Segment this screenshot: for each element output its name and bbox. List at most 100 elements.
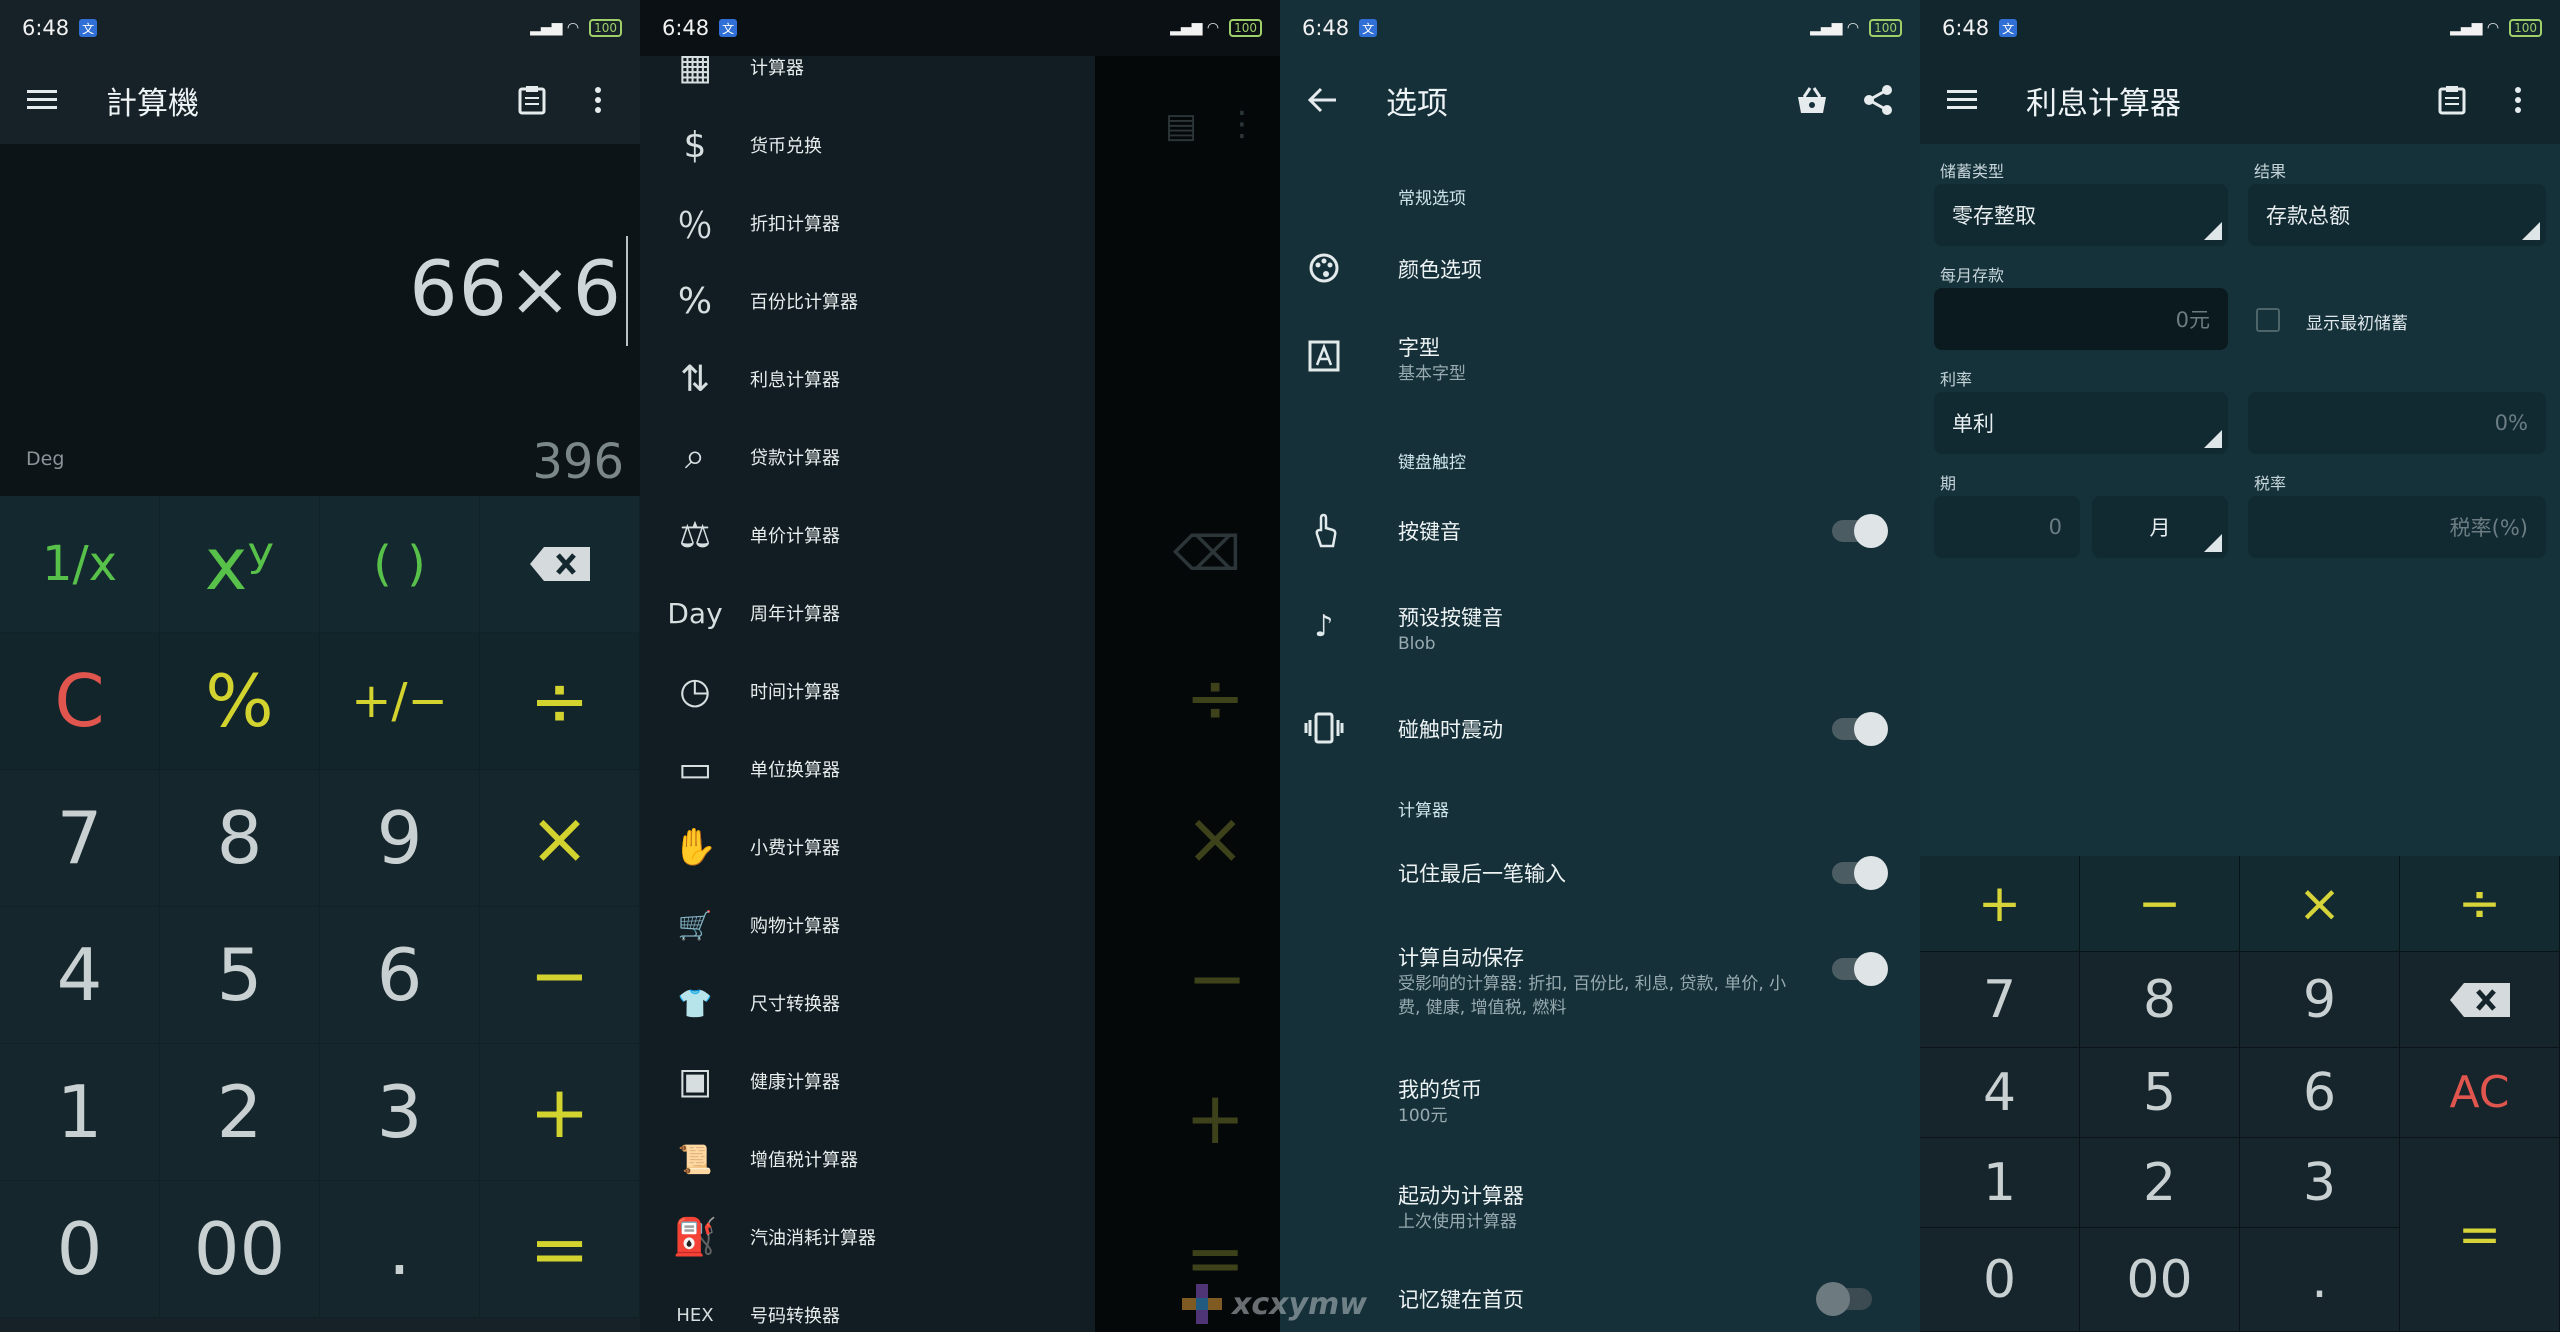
setting-font[interactable]: 字型 基本字型 [1280,314,1920,404]
plus-key[interactable]: + [1920,856,2080,952]
key-20[interactable]: 0 [0,1181,160,1318]
top-app-bar: 計算機 [0,56,640,144]
key-12[interactable]: 4 [0,907,160,1044]
rate-type-select[interactable]: 单利 [1934,392,2228,454]
drawer-item[interactable]: ▣ 健康计算器 [640,1042,1095,1120]
drawer-item[interactable]: 🛒 购物计算器 [640,886,1095,964]
key-7[interactable]: ÷ [480,633,640,770]
setting-memory-home[interactable]: 记忆键在首页 [1280,1274,1920,1332]
drawer-item[interactable]: ⛽ 汽油消耗计算器 [640,1198,1095,1276]
back-arrow-icon[interactable] [1302,80,1342,120]
drawer-item[interactable]: $ 货币兑换 [640,106,1095,184]
key-14[interactable]: 6 [320,907,480,1044]
key-4[interactable]: 4 [1920,1048,2080,1138]
rate-input[interactable]: 0% [2248,392,2546,454]
key-0[interactable]: 1/x [0,496,160,633]
key-2[interactable]: ( ) [320,496,480,633]
shopping-basket-icon[interactable] [1792,80,1832,120]
key-5[interactable]: 5 [2080,1048,2240,1138]
drawer-item[interactable]: ⇅ 利息计算器 [640,340,1095,418]
equals-key[interactable]: = [2400,1138,2560,1332]
key-3[interactable] [480,496,640,633]
setting-keysound[interactable]: 按键音 [1280,484,1920,574]
key-21[interactable]: 00 [160,1181,320,1318]
share-icon[interactable] [1858,80,1898,120]
period-unit-select[interactable]: 月 [2092,496,2228,558]
key-3[interactable]: 3 [2240,1138,2400,1228]
multiply-key[interactable]: × [2240,856,2400,952]
key-15[interactable]: − [480,907,640,1044]
settings-list: 常规选项 颜色选项 字型 基本字型 键盘触控 按键音 ♪ 预设按键音 Blob … [1280,144,1920,1332]
key-9[interactable]: 9 [2240,952,2400,1048]
key-8[interactable]: 8 [2080,952,2240,1048]
drawer-item[interactable]: ◷ 时间计算器 [640,652,1095,730]
show-initial-label: 显示最初储蓄 [2306,314,2408,334]
drawer-item[interactable]: ⚖ 单价计算器 [640,496,1095,574]
key-16[interactable]: 1 [0,1044,160,1181]
key-decimal[interactable]: . [2240,1228,2400,1332]
minus-key[interactable]: − [2080,856,2240,952]
key-6[interactable]: +/− [320,633,480,770]
show-initial-checkbox[interactable] [2256,308,2280,332]
key-18[interactable]: 3 [320,1044,480,1181]
angle-mode-label[interactable]: Deg [26,448,64,470]
drawer-item[interactable]: ▭ 单位换算器 [640,730,1095,808]
backspace-key[interactable] [2400,952,2560,1048]
key-19[interactable]: + [480,1044,640,1181]
history-icon[interactable] [2432,80,2472,120]
key-1[interactable]: xʸ [160,496,320,633]
key-9[interactable]: 8 [160,770,320,907]
key-6[interactable]: 6 [2240,1048,2400,1138]
setting-remember-last[interactable]: 记住最后一笔输入 [1280,834,1920,924]
autosave-toggle[interactable] [1832,952,1888,986]
more-options-icon[interactable] [578,80,618,120]
key-23[interactable]: = [480,1181,640,1318]
setting-startup[interactable]: 起动为计算器 上次使用计算器 [1280,1172,1920,1262]
key-22[interactable]: . [320,1181,480,1318]
key-8[interactable]: 7 [0,770,160,907]
drawer-scrim[interactable]: ▤ ⋮ ⌫ ÷ × − + = [1095,56,1280,1332]
keysound-toggle[interactable] [1832,514,1888,548]
scale-icon: ⚖ [678,514,712,556]
drawer-item[interactable]: 📜 增值税计算器 [640,1120,1095,1198]
more-options-icon[interactable] [2498,80,2538,120]
history-icon[interactable] [512,80,552,120]
vibrate-toggle[interactable] [1832,712,1888,746]
drawer-item[interactable]: ％ 折扣计算器 [640,184,1095,262]
tax-input[interactable]: 税率(%) [2248,496,2546,558]
key-1[interactable]: 1 [1920,1138,2080,1228]
key-11[interactable]: × [480,770,640,907]
period-input[interactable]: 0 [1934,496,2080,558]
menu-icon[interactable] [22,80,62,120]
setting-my-currency[interactable]: 我的货币 100元 [1280,1066,1920,1156]
key-5[interactable]: % [160,633,320,770]
drawer-item[interactable]: ▦ 计算器 [640,56,1095,106]
key-2[interactable]: 2 [2080,1138,2240,1228]
drawer-item[interactable]: 👕 尺寸转换器 [640,964,1095,1042]
all-clear-key[interactable]: AC [2400,1048,2560,1138]
key-0[interactable]: 0 [1920,1228,2080,1332]
menu-icon[interactable] [1942,80,1982,120]
key-10[interactable]: 9 [320,770,480,907]
setting-vibrate[interactable]: 碰触时震动 [1280,684,1920,774]
remember-toggle[interactable] [1832,856,1888,890]
deposit-type-select[interactable]: 零存整取 [1934,184,2228,246]
key-13[interactable]: 5 [160,907,320,1044]
drawer-item[interactable]: % 百份比计算器 [640,262,1095,340]
setting-color[interactable]: 颜色选项 [1280,228,1920,308]
key-00[interactable]: 00 [2080,1228,2240,1332]
setting-autosave[interactable]: 计算自动保存 受影响的计算器: 折扣, 百份比, 利息, 贷款, 单价, 小费,… [1280,934,1920,1054]
drawer-item[interactable]: HEX 号码转换器 [640,1276,1095,1332]
key-7[interactable]: 7 [1920,952,2080,1048]
monthly-deposit-input[interactable]: 0元 [1934,288,2228,350]
key-17[interactable]: 2 [160,1044,320,1181]
drawer-item[interactable]: Day 周年计算器 [640,574,1095,652]
memory-toggle[interactable] [1816,1282,1872,1316]
result-select[interactable]: 存款总额 [2248,184,2546,246]
key-4[interactable]: C [0,633,160,770]
setting-default-sound[interactable]: ♪ 预设按键音 Blob [1280,584,1920,674]
drawer-item[interactable]: ✋ 小费计算器 [640,808,1095,886]
expression-text[interactable]: 66×6 [409,244,622,333]
divide-key[interactable]: ÷ [2400,856,2560,952]
drawer-item[interactable]: ⌕ 贷款计算器 [640,418,1095,496]
